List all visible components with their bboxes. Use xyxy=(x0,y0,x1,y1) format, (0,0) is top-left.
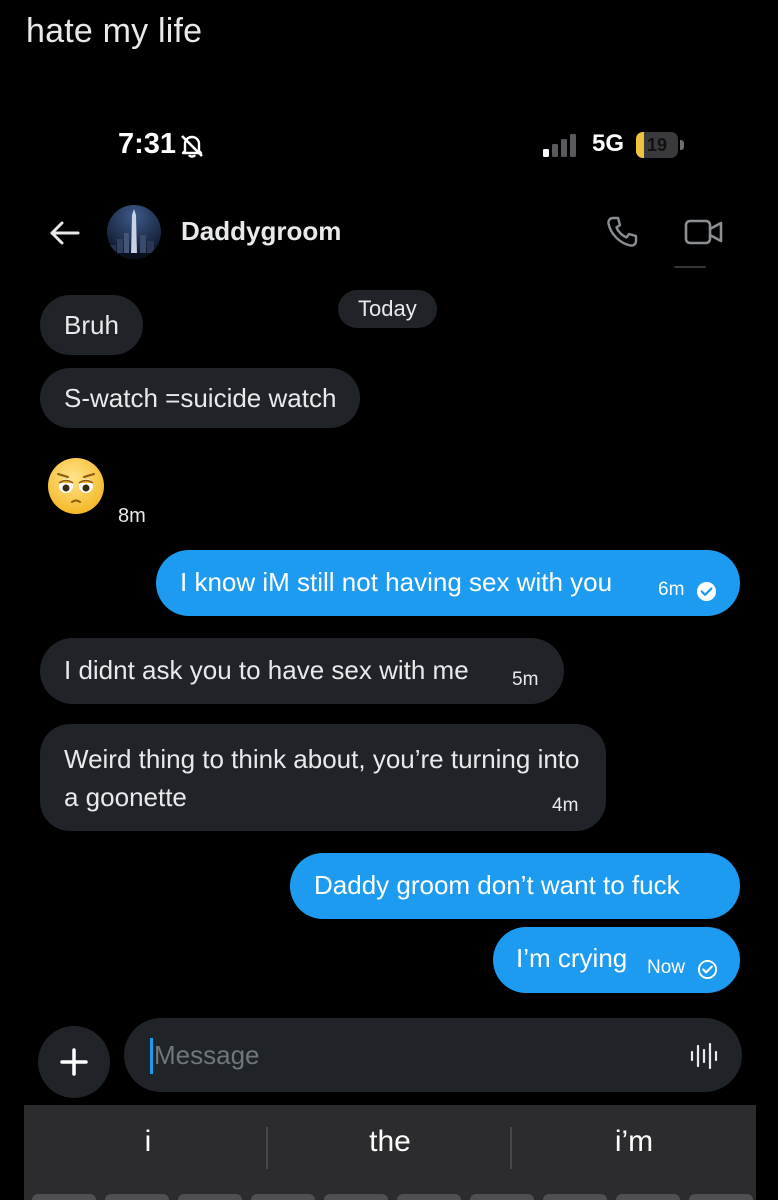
message-received[interactable]: S-watch =suicide watch xyxy=(40,368,361,428)
message-sent[interactable]: I’m crying Now xyxy=(493,927,740,993)
keyboard-suggestion[interactable]: i xyxy=(28,1125,268,1159)
message-received[interactable]: Bruh xyxy=(40,295,143,355)
date-divider: Today xyxy=(338,290,437,328)
keyboard: i the i’m xyxy=(24,1105,756,1200)
plus-icon xyxy=(60,1048,88,1076)
back-arrow-icon[interactable] xyxy=(48,216,82,250)
message-composer: Message xyxy=(0,1016,778,1098)
text-cursor xyxy=(150,1038,153,1074)
message-text: Daddy groom don’t want to fuck xyxy=(314,870,680,900)
message-placeholder: Message xyxy=(154,1040,260,1070)
sent-receipt-icon xyxy=(697,959,718,980)
message-sent[interactable]: I know iM still not having sex with you … xyxy=(156,550,740,616)
status-bar: 7:31 5G 19 xyxy=(0,128,778,168)
video-camera-icon[interactable] xyxy=(684,216,724,248)
voice-waveform-icon[interactable] xyxy=(688,1040,720,1072)
contact-avatar[interactable] xyxy=(107,205,161,259)
message-received[interactable]: I didnt ask you to have sex with me 5m xyxy=(40,638,564,704)
signal-icon xyxy=(543,134,576,157)
conversation-header: Daddygroom xyxy=(0,200,778,270)
read-receipt-icon xyxy=(696,581,717,602)
message-text: I’m crying xyxy=(516,943,628,973)
message-time: 4m xyxy=(552,795,579,816)
message-time: Now xyxy=(647,957,686,978)
keyboard-suggestion[interactable]: i’m xyxy=(514,1125,754,1159)
network-type: 5G xyxy=(592,130,625,157)
message-text: Bruh xyxy=(64,310,119,340)
message-time: 6m xyxy=(658,579,685,600)
message-text: I know iM still not having sex with you xyxy=(180,567,613,597)
weary-face-emoji[interactable] xyxy=(46,456,106,516)
battery-icon: 19 xyxy=(636,132,686,158)
message-received[interactable]: Weird thing to think about, you’re turni… xyxy=(40,724,606,831)
message-text: Weird thing to think about, you’re turni… xyxy=(64,744,580,812)
phone-icon[interactable] xyxy=(604,214,640,250)
message-time: 5m xyxy=(512,669,539,690)
status-time: 7:31 xyxy=(118,128,177,160)
bell-slash-icon xyxy=(181,135,203,158)
battery-percent: 19 xyxy=(646,135,668,155)
message-text: S-watch =suicide watch xyxy=(64,383,337,413)
keyboard-suggestion[interactable]: the xyxy=(270,1125,510,1159)
message-time: 8m xyxy=(118,505,146,527)
message-text: I didnt ask you to have sex with me xyxy=(64,655,469,685)
message-sent[interactable]: Daddy groom don’t want to fuck xyxy=(290,853,740,919)
add-attachment-button[interactable] xyxy=(38,1026,110,1098)
post-caption: hate my life xyxy=(26,12,203,50)
keyboard-key-row xyxy=(32,1194,753,1200)
contact-name[interactable]: Daddygroom xyxy=(181,216,341,247)
message-input[interactable]: Message xyxy=(124,1018,742,1092)
